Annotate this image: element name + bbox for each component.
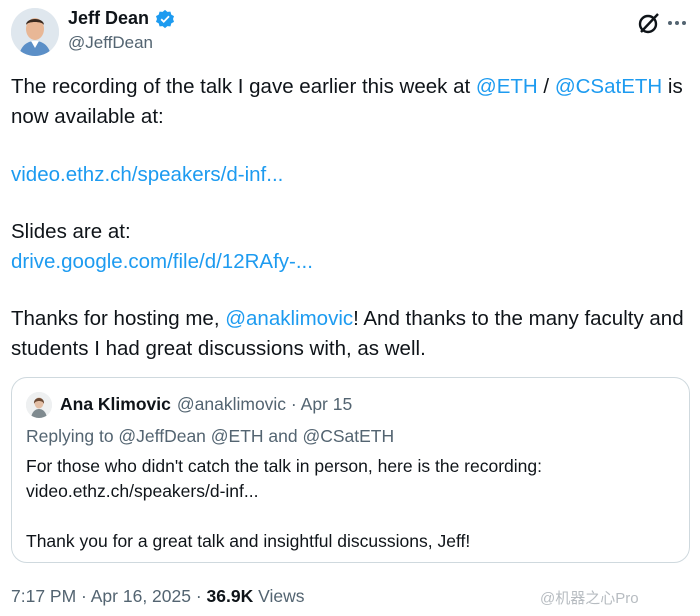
tweet-footer: 7:17 PM · Apr 16, 2025 · 36.9K Views — [11, 586, 304, 607]
author-name-row: Jeff Dean — [68, 8, 175, 29]
quoted-line-2: video.ethz.ch/speakers/d-inf... — [26, 481, 259, 501]
author-name[interactable]: Jeff Dean — [68, 8, 149, 29]
slash-text: / — [537, 75, 555, 98]
watermark-text: @机器之心Pro — [540, 590, 639, 607]
author-handle[interactable]: @JeffDean — [68, 33, 153, 53]
verified-badge-icon — [156, 9, 175, 28]
author-avatar-image — [11, 8, 59, 56]
quoted-line-3: Thank you for a great talk and insightfu… — [26, 531, 471, 551]
author-avatar[interactable] — [11, 8, 59, 56]
more-dots-icon — [668, 21, 686, 25]
quoted-tweet[interactable]: Ana Klimovic @anaklimovic · Apr 15 Reply… — [11, 377, 690, 563]
more-options-button[interactable] — [664, 10, 690, 36]
tweet-paragraph-thanks: Thanks for hosting me, @anaklimovic! And… — [11, 304, 691, 364]
quoted-author-avatar[interactable] — [26, 392, 52, 418]
tweet-paragraph-intro: The recording of the talk I gave earlier… — [11, 72, 691, 132]
mention-eth-link[interactable]: @ETH — [476, 75, 538, 98]
quoted-author-handle-date: @anaklimovic · Apr 15 — [176, 394, 353, 414]
tweet-text: The recording of the talk I gave earlier… — [11, 72, 691, 364]
intro-text: The recording of the talk I gave earlier… — [11, 75, 476, 98]
quoted-replying-to: Replying to @JeffDean @ETH and @CSatETH — [26, 426, 395, 446]
mention-ana-link[interactable]: @anaklimovic — [225, 307, 353, 330]
quoted-avatar-image — [26, 392, 52, 418]
quoted-header: Ana Klimovic @anaklimovic · Apr 15 — [60, 394, 352, 415]
quoted-text: For those who didn't catch the talk in p… — [26, 454, 676, 554]
thanks-text: Thanks for hosting me, — [11, 307, 226, 330]
view-count: 36.9K — [206, 586, 254, 606]
quoted-line-1: For those who didn't catch the talk in p… — [26, 456, 542, 476]
slides-link[interactable]: drive.google.com/file/d/12RAfy-... — [11, 250, 313, 273]
mention-csateth-link[interactable]: @CSatETH — [555, 75, 662, 98]
views-label: Views — [253, 586, 305, 606]
video-link[interactable]: video.ethz.ch/speakers/d-inf... — [11, 163, 283, 186]
grok-icon[interactable] — [636, 10, 662, 36]
slides-label: Slides are at: — [11, 220, 131, 243]
quoted-author-name[interactable]: Ana Klimovic — [60, 394, 171, 415]
tweet-timestamp[interactable]: 7:17 PM · Apr 16, 2025 · — [11, 586, 207, 606]
